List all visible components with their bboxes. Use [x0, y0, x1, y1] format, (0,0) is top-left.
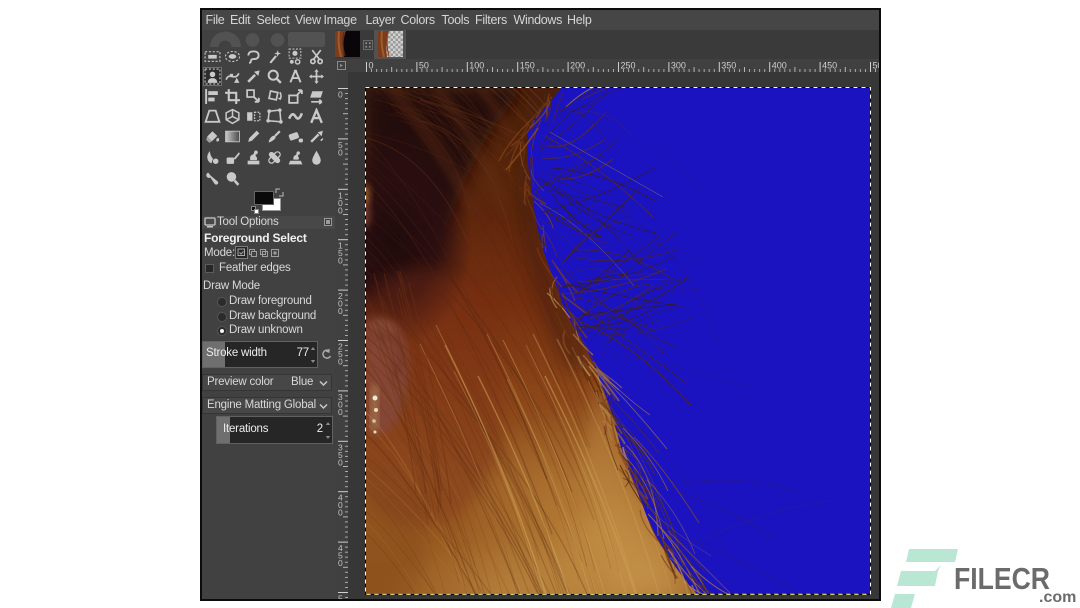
- svg-text:.com: .com: [1039, 589, 1076, 606]
- svg-text:FILECR: FILECR: [954, 561, 1050, 596]
